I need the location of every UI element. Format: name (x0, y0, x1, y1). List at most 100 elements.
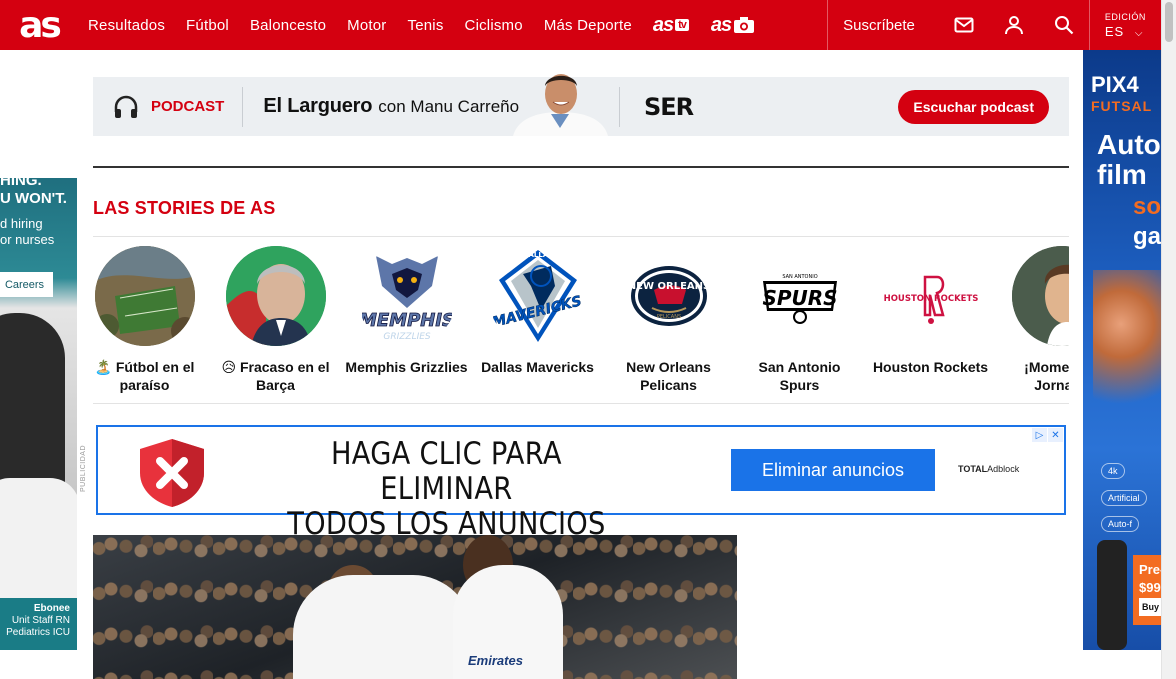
ad-feature: Artificial (1101, 490, 1147, 506)
ad-feature: Auto-f (1101, 516, 1140, 532)
ad-text: d hiring or nurses (0, 216, 55, 247)
left-skyscraper-ad[interactable]: HING. U WON'T. d hiring or nurses Careers … (0, 178, 77, 650)
ad-sub: FUTSAL (1091, 98, 1153, 114)
remove-ads-button[interactable]: Eliminar anuncios (731, 449, 935, 491)
story-item[interactable]: MAVERICKS DALLAS Dallas Mavericks (472, 246, 603, 376)
user-button[interactable] (989, 0, 1039, 50)
subscribe-link[interactable]: Suscríbete (843, 17, 915, 34)
as-tv-wordmark: as (652, 13, 674, 36)
listen-podcast-button[interactable]: Escuchar podcast (898, 90, 1049, 124)
ad-brand: PIX4 (1091, 72, 1139, 97)
advertising-label: PUBLICIDAD (80, 445, 87, 493)
divider (242, 86, 244, 127)
mail-icon (954, 17, 974, 33)
headphones-icon (114, 95, 138, 118)
camera-icon (734, 17, 755, 33)
svg-text:PELICANS: PELICANS (656, 314, 680, 320)
hero-article-image[interactable]: Emirates (93, 535, 737, 679)
story-item[interactable]: SPURS SAN ANTONIO San Antonio Spurs (734, 246, 865, 394)
ad-text: HING. U WON'T. (0, 178, 67, 207)
total-adblock-logo: TOTALAdblock (958, 464, 1020, 474)
chevron-down-icon: ⌵ (1134, 27, 1144, 39)
story-title: Memphis Grizzlies (345, 359, 468, 375)
story-thumbnail (225, 246, 326, 346)
as-photo-wordmark: as (710, 13, 732, 36)
story-thumbnail (94, 246, 195, 346)
search-icon (1054, 16, 1074, 35)
ad-headline: socga (1133, 193, 1161, 250)
story-item[interactable]: 🔥 ¡Momentos Jornada (996, 246, 1069, 394)
story-item[interactable]: HOUSTON ROCKETS Houston Rockets (865, 246, 996, 376)
ad-feature: 4k (1101, 463, 1125, 479)
tv-badge: tv (675, 19, 689, 31)
close-icon[interactable]: ✕ (1048, 428, 1063, 442)
careers-button[interactable]: Careers (0, 272, 53, 297)
ad-person-image (0, 478, 77, 598)
nav-futbol[interactable]: Fútbol (186, 17, 229, 34)
right-skyscraper-ad[interactable]: PIX4 FUTSAL Autorfilm socga 4k Artificia… (1083, 50, 1161, 650)
adchoices-icon[interactable]: ▷ (1032, 428, 1047, 442)
svg-text:DALLAS: DALLAS (522, 251, 553, 259)
ad-player-image (1093, 270, 1161, 450)
story-title: Dallas Mavericks (481, 359, 594, 375)
ad-choices[interactable]: ▷ ✕ (1032, 428, 1063, 442)
nav-ciclismo[interactable]: Ciclismo (465, 17, 523, 34)
story-title: 🏝️ Fútbol en el paraíso (94, 359, 195, 393)
edition-label: EDICIÓN (1104, 11, 1146, 22)
nav-baloncesto[interactable]: Baloncesto (250, 17, 326, 34)
story-title: San Antonio Spurs (758, 359, 841, 393)
team-logo: HOUSTON ROCKETS (881, 246, 981, 346)
nav-tenis[interactable]: Tenis (408, 17, 444, 34)
svg-text:SPURS: SPURS (762, 286, 837, 310)
team-logo: SPURS SAN ANTONIO (750, 246, 850, 346)
host-photo (513, 74, 608, 136)
ad-headline: HAGA CLIC PARA ELIMINAR TODOS LOS ANUNCIO… (287, 436, 606, 542)
svg-text:GRIZZLIES: GRIZZLIES (383, 332, 431, 342)
shirt-sponsor: Emirates (468, 653, 523, 668)
scrollbar-thumb[interactable] (1165, 2, 1173, 42)
story-item[interactable]: NEW ORLEANS PELICANS New Orleans Pelicans (603, 246, 734, 394)
ad-headline: Autorfilm (1097, 129, 1161, 190)
podcast-title: El Larguero (263, 95, 373, 117)
svg-text:NEW ORLEANS: NEW ORLEANS (627, 281, 709, 292)
story-item[interactable]: MEMPHIS GRIZZLIES Memphis Grizzlies (341, 246, 472, 376)
page-scrollbar[interactable] (1161, 0, 1176, 679)
nav-resultados[interactable]: Resultados (88, 17, 165, 34)
section-divider (93, 166, 1069, 168)
search-button[interactable] (1039, 0, 1089, 50)
ad-caption: Ebonee Unit Staff RN Pediatrics ICU (6, 603, 70, 638)
team-logo: NEW ORLEANS PELICANS (619, 246, 719, 346)
podcast-label: PODCAST (151, 98, 225, 115)
edition-selector[interactable]: EDICIÓN ES ⌵ (1090, 0, 1146, 50)
edition-value: ES ⌵ (1104, 23, 1144, 39)
stories-carousel: 🏝️ Fútbol en el paraíso 😥 Fracaso en el … (93, 236, 1069, 404)
team-logo: MAVERICKS DALLAS (488, 246, 588, 346)
main-nav: Resultados Fútbol Baloncesto Motor Tenis… (88, 14, 777, 37)
story-title: New Orleans Pelicans (626, 359, 711, 393)
team-logo: MEMPHIS GRIZZLIES (357, 246, 457, 346)
story-item[interactable]: 😥 Fracaso en el Barça (210, 246, 341, 394)
story-item[interactable]: 🏝️ Fútbol en el paraíso (93, 246, 210, 394)
as-logo[interactable]: as (4, 0, 74, 50)
cadena-ser-logo: SER (619, 87, 694, 127)
as-photo-link[interactable]: as (711, 14, 755, 37)
as-tv-link[interactable]: as tv (653, 14, 689, 37)
top-navigation-bar: as Resultados Fútbol Baloncesto Motor Te… (0, 0, 1161, 50)
podcast-subtitle: con Manu Carreño (378, 96, 520, 116)
stories-heading: LAS STORIES DE AS (93, 198, 276, 218)
mail-button[interactable] (939, 0, 989, 50)
story-title: 😥 Fracaso en el Barça (221, 359, 330, 393)
ad-promo: Pre-$99Buy (1133, 555, 1161, 625)
story-thumbnail: 🔥 (1011, 246, 1069, 346)
nav-motor[interactable]: Motor (347, 17, 386, 34)
svg-text:SAN ANTONIO: SAN ANTONIO (782, 274, 817, 280)
divider (827, 0, 829, 50)
story-title: Houston Rockets (872, 359, 989, 375)
adblock-ad-banner[interactable]: HAGA CLIC PARA ELIMINAR TODOS LOS ANUNCIO… (96, 425, 1066, 542)
svg-text:MEMPHIS: MEMPHIS (362, 310, 452, 331)
ad-camera-image (1097, 540, 1127, 650)
podcast-banner[interactable]: PODCAST El Larguero con Manu Carreño SER… (93, 74, 1069, 136)
story-title: ¡Momentos Jornada (1024, 359, 1069, 393)
nav-mas-deporte[interactable]: Más Deporte (544, 17, 632, 34)
user-icon (1004, 16, 1023, 35)
